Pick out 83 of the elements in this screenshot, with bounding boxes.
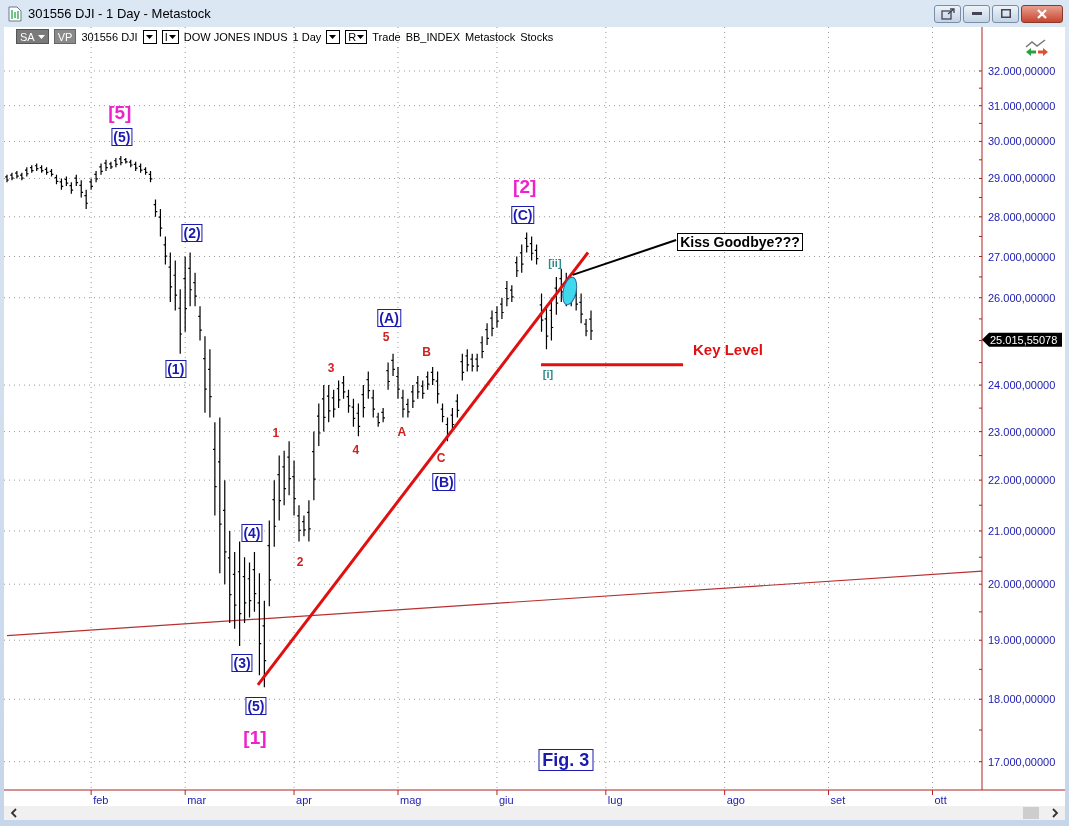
y-axis-label: 19.000,00000 [988, 634, 1056, 647]
x-axis-label: mag [400, 794, 422, 806]
minimize-icon [971, 12, 982, 15]
scroll-thumb[interactable] [1023, 807, 1039, 819]
toolbar-dropdown[interactable]: I [161, 29, 179, 44]
minimize-button[interactable] [963, 4, 990, 23]
caret-icon [145, 34, 153, 39]
window-title: 301556 DJI - 1 Day - Metastock [28, 6, 211, 21]
y-axis-label: 24.000,00000 [988, 379, 1056, 392]
wave-label: 3 [327, 361, 335, 374]
scroll-right-icon[interactable] [1051, 808, 1059, 818]
wave-label: (5) [245, 696, 267, 715]
style-dropdown[interactable]: SA [16, 29, 49, 44]
highlight-ellipse [562, 276, 578, 306]
caret-icon [37, 34, 45, 39]
wave-label: (3) [231, 653, 253, 672]
wave-label: 1 [272, 426, 280, 439]
wave-label: [1] [243, 727, 267, 747]
wave-label: 2 [296, 556, 304, 569]
y-axis-label: 28.000,00000 [988, 210, 1056, 223]
y-axis-label: 32.000,00000 [988, 65, 1056, 77]
wave-label: (A) [377, 308, 401, 327]
wave-label: (B) [432, 472, 456, 491]
toolbar-text: 301556 DJI [81, 30, 138, 43]
wave-label: (2) [181, 223, 203, 242]
last-price-tag: 25.015,55078 [982, 332, 1062, 347]
level-label: Key Level [692, 341, 763, 357]
x-axis-label: lug [607, 794, 623, 806]
wave-label: B [422, 345, 431, 358]
document-chart-icon [8, 5, 22, 22]
x-axis-label: apr [296, 794, 312, 806]
y-axis-label: 17.000,00000 [988, 755, 1056, 768]
horizontal-scrollbar[interactable] [4, 806, 1065, 820]
detach-button[interactable] [934, 4, 961, 23]
y-axis-label: 29.000,00000 [988, 172, 1056, 185]
toolbar-text: Stocks [520, 30, 554, 43]
x-axis-label: feb [93, 794, 109, 806]
toolbar-text: 1 Day [292, 30, 322, 43]
caret-icon [168, 34, 176, 39]
detach-icon [940, 7, 955, 20]
maximize-icon [1000, 9, 1011, 18]
close-icon [1037, 8, 1047, 19]
caret-icon [329, 34, 337, 39]
y-axis-label: 30.000,00000 [988, 135, 1056, 148]
wave-label: (4) [241, 524, 263, 542]
toolbar-text: BB_INDEX [405, 30, 461, 43]
line-chart-icon[interactable] [1025, 39, 1049, 57]
y-axis-label: 22.000,00000 [988, 474, 1056, 487]
x-axis-label: set [830, 794, 846, 806]
y-axis-label: 18.000,00000 [988, 693, 1056, 706]
wave-label: C [436, 451, 446, 464]
wave-label: 5 [382, 330, 390, 343]
x-axis-label: mar [187, 794, 207, 806]
x-axis-label: ago [726, 794, 745, 806]
y-axis-label: 31.000,00000 [988, 99, 1056, 112]
wave-label: (1) [165, 360, 187, 379]
toolbar-dropdown[interactable]: R [345, 29, 368, 44]
wave-label: 4 [352, 443, 360, 456]
toolbar-text: Trade [372, 30, 401, 43]
wave-label: [i] [542, 368, 554, 380]
y-axis-label: 27.000,00000 [988, 250, 1056, 263]
wave-label: [ii] [548, 257, 562, 269]
dropdown-button[interactable] [142, 29, 157, 44]
wave-label: A [397, 426, 407, 439]
toolbar-text: DOW JONES INDUS [183, 30, 288, 43]
wave-label: [5] [108, 102, 132, 122]
x-axis-label: ott [934, 794, 947, 806]
y-axis-label: 21.000,00000 [988, 524, 1056, 537]
x-axis-label: giu [498, 794, 514, 806]
y-axis-label: 23.000,00000 [988, 425, 1056, 438]
figure-label: Fig. 3 [538, 749, 594, 772]
dropdown-button[interactable] [326, 29, 341, 44]
scroll-left-icon[interactable] [10, 808, 18, 818]
close-button[interactable] [1021, 4, 1063, 23]
y-axis-label: 26.000,00000 [988, 291, 1056, 304]
wave-label: [2] [513, 176, 537, 196]
toolbar-text: Metastock [465, 30, 516, 43]
wave-label: (C) [511, 206, 535, 225]
wave-label: (5) [111, 128, 133, 147]
caret-icon [357, 34, 365, 39]
maximize-button[interactable] [992, 4, 1019, 23]
y-axis-label: 20.000,00000 [988, 578, 1056, 591]
callout-label: Kiss Goodbye??? [677, 232, 803, 251]
